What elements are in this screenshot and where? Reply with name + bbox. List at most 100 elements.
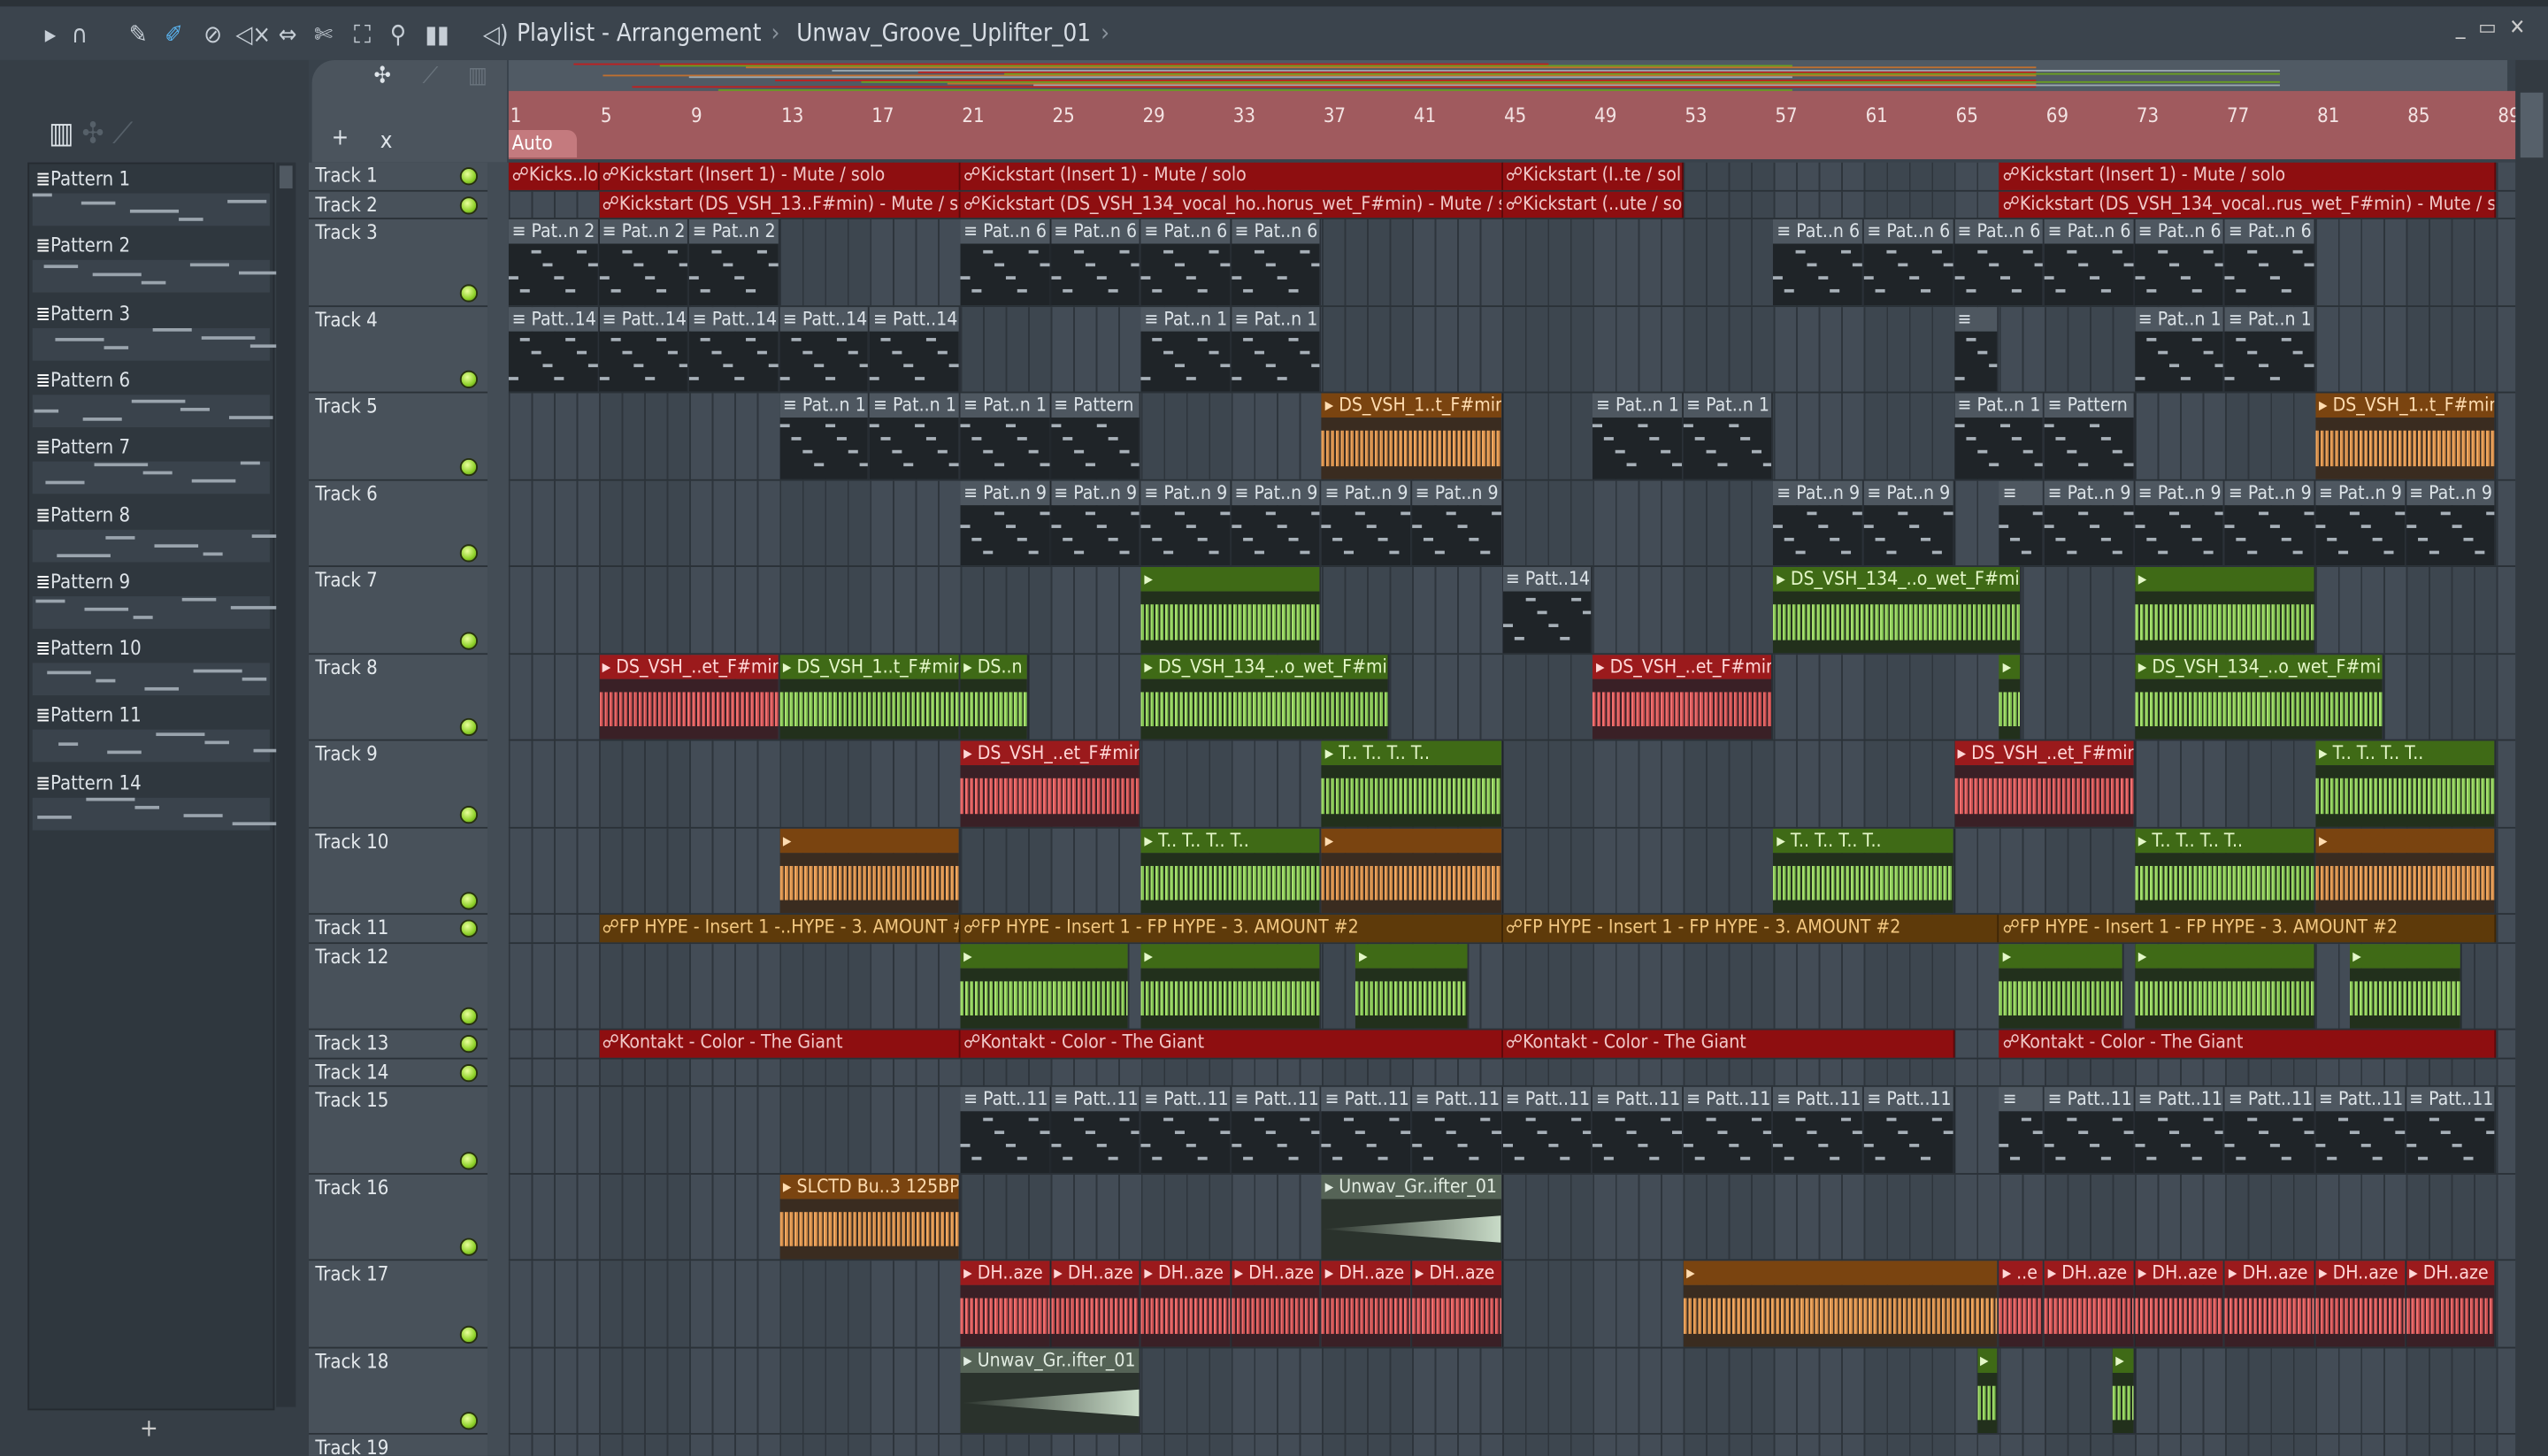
- track-header[interactable]: Track 8: [308, 655, 488, 741]
- track-name[interactable]: Track 9: [315, 742, 377, 765]
- track-enable-led[interactable]: [459, 196, 478, 215]
- track-enable-led[interactable]: [459, 370, 478, 388]
- playlist-overview[interactable]: [508, 59, 2508, 91]
- slice-icon[interactable]: ✄: [309, 18, 338, 50]
- slip-icon[interactable]: ⇔: [273, 18, 303, 50]
- pattern-clip[interactable]: ≡ Pat..n 1: [1140, 307, 1232, 392]
- pencil-icon[interactable]: ✎: [124, 18, 153, 50]
- add-track-button[interactable]: +: [332, 125, 349, 150]
- automation-clip[interactable]: ☍FP HYPE - Insert 1 -..HYPE - 3. AMOUNT …: [599, 915, 961, 943]
- audio-clip[interactable]: ▸ T.. T.. T.. T..: [2315, 740, 2497, 827]
- close-button[interactable]: ✕: [2509, 16, 2538, 41]
- maximize-button[interactable]: ▭: [2478, 16, 2509, 41]
- automation-clip-icon[interactable]: ⟋: [423, 64, 439, 89]
- track-header[interactable]: Track 5: [308, 393, 488, 481]
- track-name[interactable]: Track 15: [315, 1089, 388, 1112]
- audio-icon[interactable]: ✣: [82, 117, 104, 151]
- magnet-icon[interactable]: ∩: [65, 18, 94, 50]
- audio-clip[interactable]: ▸: [2135, 567, 2316, 654]
- pattern-clip[interactable]: ≡ Pat..n 2: [508, 218, 600, 306]
- pattern-clip[interactable]: ≡ Pat..n 6: [1953, 218, 2045, 306]
- track-name[interactable]: Track 19: [315, 1437, 388, 1456]
- pattern-item[interactable]: Pattern 1: [29, 165, 273, 229]
- track-name[interactable]: Track 17: [315, 1262, 388, 1285]
- pattern-clip[interactable]: ≡ Patt..11: [1863, 1086, 1954, 1174]
- pattern-clip[interactable]: ≡ Pat..n 1: [1231, 307, 1322, 392]
- pattern-clip[interactable]: ≡ Pattern 1: [1050, 393, 1141, 479]
- play-arrow-icon[interactable]: ▸: [35, 18, 65, 50]
- audio-clip[interactable]: ▸ DH..aze: [1231, 1261, 1322, 1347]
- audio-clip[interactable]: ▸: [1140, 567, 1322, 654]
- audio-clip[interactable]: ▸: [2349, 944, 2463, 1029]
- automation-clip[interactable]: ☍Kickstart (..ute / solo: [1502, 191, 1684, 218]
- track-lane[interactable]: [508, 1348, 2516, 1435]
- pattern-clip[interactable]: ≡ Patt..14: [1502, 567, 1593, 654]
- track-name[interactable]: Track 5: [315, 395, 377, 418]
- audio-clip[interactable]: ▸ DH..aze: [960, 1261, 1051, 1347]
- automation-clip[interactable]: ☍Kicks..lo: [508, 162, 600, 190]
- track-name[interactable]: Track 3: [315, 221, 377, 244]
- pattern-item[interactable]: Pattern 11: [29, 701, 293, 765]
- track-header[interactable]: Track 3: [308, 218, 488, 308]
- track-header[interactable]: Track 16: [308, 1174, 488, 1261]
- track-lane[interactable]: [508, 1059, 2516, 1087]
- zoom-icon[interactable]: ⚲: [383, 18, 412, 50]
- pattern-clip[interactable]: ≡ Pat..n 6: [1773, 218, 1864, 306]
- track-header[interactable]: Track 18: [308, 1348, 488, 1435]
- audio-clip[interactable]: ▸ T.. T.. T.. T..: [2135, 828, 2316, 914]
- pattern-clip[interactable]: ≡ Pat..n 6: [2225, 218, 2316, 306]
- breadcrumb-playlist[interactable]: Playlist - Arrangement: [517, 18, 761, 47]
- pattern-clip[interactable]: ≡ Pat..n 9: [1140, 480, 1232, 566]
- pattern-clip[interactable]: ≡ Pat..n 1: [2225, 307, 2316, 392]
- pattern-item[interactable]: Pattern 14: [29, 768, 287, 832]
- pattern-clip[interactable]: ≡ Pat..n 9: [1231, 480, 1322, 566]
- pattern-clip[interactable]: ≡ Pat..n 1: [1592, 393, 1684, 479]
- audio-clip[interactable]: ▸ SLCTD Bu..3 125BPM: [779, 1174, 961, 1260]
- track-enable-led[interactable]: [459, 1412, 478, 1430]
- automation-icon[interactable]: ⟋: [112, 117, 133, 151]
- pattern-clip[interactable]: ≡ Patt..11: [1231, 1086, 1322, 1174]
- pattern-clip[interactable]: ≡ Pat..n 6: [1050, 218, 1141, 306]
- audio-clip[interactable]: ▸ T.. T.. T.. T..: [1321, 740, 1503, 827]
- track-header[interactable]: Track 9: [308, 740, 488, 829]
- audio-clip-icon[interactable]: ✣: [373, 64, 390, 89]
- marker-auto[interactable]: Auto: [508, 129, 578, 158]
- pattern-list-scrollbar[interactable]: [276, 162, 296, 1407]
- pattern-clip[interactable]: ≡ Pat..n 9: [1050, 480, 1141, 566]
- track-header[interactable]: Track 11: [308, 915, 488, 945]
- pattern-clip[interactable]: ≡ Pat..n 6: [2135, 218, 2226, 306]
- track-header[interactable]: Track 15: [308, 1086, 488, 1175]
- track-lane[interactable]: [508, 1434, 2516, 1456]
- pattern-clip[interactable]: ≡ Patt..11: [1773, 1086, 1864, 1174]
- audio-clip[interactable]: ▸ DH..aze: [2225, 1261, 2316, 1347]
- pattern-item[interactable]: Pattern 7: [29, 433, 273, 497]
- audio-clip[interactable]: ▸: [1976, 1348, 1999, 1433]
- mute-icon[interactable]: ◁×: [235, 18, 271, 50]
- track-header[interactable]: Track 4: [308, 307, 488, 394]
- audio-clip[interactable]: ▸: [2112, 1348, 2136, 1433]
- pattern-clip[interactable]: ≡ Pat..n 9: [1773, 480, 1864, 566]
- automation-clip[interactable]: ☍Kontakt - Color - The Giant: [1502, 1030, 1954, 1058]
- audio-clip[interactable]: ▸: [1140, 944, 1322, 1029]
- pattern-clip[interactable]: ≡ Pat..n 9: [1412, 480, 1503, 566]
- pattern-clip[interactable]: ≡ Pat..n 6: [1140, 218, 1232, 306]
- pattern-clip[interactable]: ≡ Pat..n 6: [1863, 218, 1954, 306]
- audio-clip[interactable]: ▸ T.. T.. T.. T..: [1140, 828, 1322, 914]
- track-name[interactable]: Track 18: [315, 1350, 388, 1373]
- audio-clip[interactable]: ▸ DH..aze: [1412, 1261, 1503, 1347]
- pattern-clip[interactable]: ≡: [1999, 480, 2045, 566]
- track-enable-led[interactable]: [459, 717, 478, 737]
- pattern-clip[interactable]: ≡ Patt..11: [2315, 1086, 2406, 1174]
- pattern-item[interactable]: Pattern 9: [29, 567, 280, 632]
- pattern-clip[interactable]: ≡ Pat..n 6: [960, 218, 1051, 306]
- track-enable-led[interactable]: [459, 167, 478, 186]
- track-lane[interactable]: [508, 740, 2516, 829]
- minimize-button[interactable]: _: [2456, 16, 2478, 41]
- pattern-clip[interactable]: ≡ Patt..14: [870, 307, 961, 392]
- pattern-item[interactable]: Pattern 8: [29, 500, 287, 564]
- pattern-clip[interactable]: ≡ Patt..14: [779, 307, 871, 392]
- track-enable-led[interactable]: [459, 1034, 478, 1054]
- automation-clip[interactable]: ☍Kontakt - Color - The Giant: [599, 1030, 961, 1058]
- audio-clip[interactable]: ▸ DS_VSH_..et_F#min: [1592, 655, 1774, 739]
- automation-clip[interactable]: ☍Kontakt - Color - The Giant: [960, 1030, 1503, 1058]
